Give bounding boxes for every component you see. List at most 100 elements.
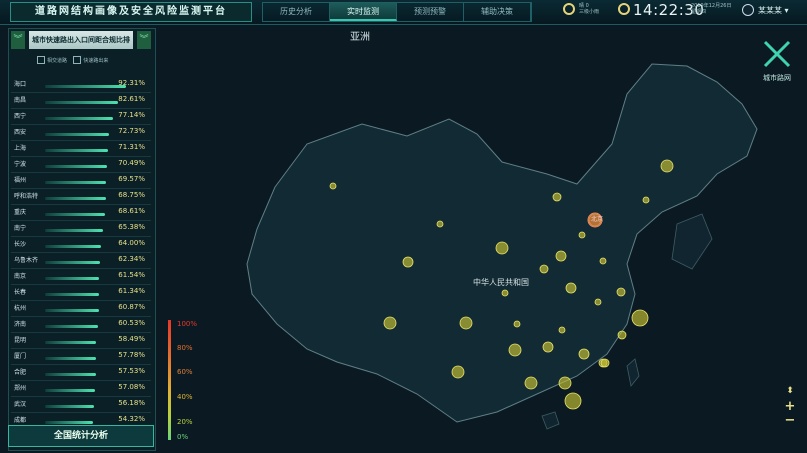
legend-gradient-bar	[168, 320, 171, 440]
ranking-bar	[45, 213, 105, 216]
ranking-city: 西安	[14, 129, 27, 136]
zoom-controls: ⬍ + −	[781, 386, 799, 428]
ranking-city: 南昌	[14, 97, 27, 104]
ranking-list: 海口 92.31% 南昌 82.61% 西宁 77.14% 西安 72.73% 上海 71.31%…	[11, 77, 151, 429]
city-bubble[interactable]	[594, 298, 602, 306]
city-bubble[interactable]	[495, 241, 509, 255]
city-network-logo[interactable]: 城市路网	[757, 36, 797, 86]
ranking-bar	[45, 245, 101, 248]
zoom-in-button[interactable]: +	[781, 400, 799, 414]
ranking-percent: 82.61%	[118, 95, 145, 103]
ranking-row[interactable]: 西宁 77.14%	[11, 109, 151, 125]
ranking-percent: 62.34%	[118, 255, 145, 263]
city-bubble[interactable]	[451, 365, 465, 379]
city-bubble[interactable]	[578, 231, 586, 239]
ranking-row[interactable]: 南京 61.54%	[11, 269, 151, 285]
city-bubble[interactable]	[565, 282, 577, 294]
legend-60: 60%	[177, 368, 193, 376]
ranking-row[interactable]: 上海 71.31%	[11, 141, 151, 157]
city-bubble[interactable]	[631, 309, 649, 327]
user-menu[interactable]: 某某某 ▾	[742, 3, 802, 19]
city-bubble[interactable]	[578, 348, 590, 360]
checkbox-intersect[interactable]: 相交道路	[37, 56, 68, 64]
ranking-city: 杭州	[14, 305, 27, 312]
zoom-out-button[interactable]: −	[781, 414, 799, 428]
city-bubble[interactable]	[642, 196, 650, 204]
legend: 100% 80% 60% 40% 20% 0%	[168, 320, 208, 441]
city-bubble[interactable]	[459, 316, 473, 330]
region-label: 亚洲	[350, 32, 370, 43]
china-map[interactable]	[157, 24, 807, 453]
ranking-row[interactable]: 长春 61.34%	[11, 285, 151, 301]
ranking-row[interactable]: 福州 69.57%	[11, 173, 151, 189]
chevron-down-icon: ▾	[784, 6, 789, 15]
ranking-row[interactable]: 合肥 57.53%	[11, 365, 151, 381]
chevron-right-icon[interactable]: ︾	[137, 31, 151, 49]
ranking-row[interactable]: 宁波 70.49%	[11, 157, 151, 173]
ranking-row[interactable]: 重庆 68.61%	[11, 205, 151, 221]
city-bubble[interactable]	[501, 289, 509, 297]
ranking-row[interactable]: 济南 60.53%	[11, 317, 151, 333]
city-bubble[interactable]	[558, 326, 566, 334]
ranking-bar	[45, 165, 107, 168]
city-bubble[interactable]	[600, 358, 610, 368]
ranking-row[interactable]: 海口 92.31%	[11, 77, 151, 93]
ranking-bar	[45, 117, 113, 120]
tab-forecast[interactable]: 预测预警	[397, 3, 464, 21]
ranking-row[interactable]: 郑州 57.08%	[11, 381, 151, 397]
city-bubble[interactable]	[660, 159, 674, 173]
ranking-row[interactable]: 乌鲁木齐 62.34%	[11, 253, 151, 269]
tab-history[interactable]: 历史分析	[263, 3, 330, 21]
city-bubble[interactable]	[617, 330, 627, 340]
ranking-bar	[45, 85, 126, 88]
checkbox-intersect-label: 相交道路	[47, 57, 68, 64]
ranking-row[interactable]: 杭州 60.87%	[11, 301, 151, 317]
ranking-bar	[45, 389, 95, 392]
ranking-bar	[45, 149, 108, 152]
ranking-row[interactable]: 西安 72.73%	[11, 125, 151, 141]
ranking-city: 重庆	[14, 209, 27, 216]
city-bubble[interactable]	[383, 316, 397, 330]
city-bubble[interactable]	[564, 392, 582, 410]
city-bubble[interactable]	[436, 220, 444, 228]
ranking-bar	[45, 421, 93, 424]
ranking-row[interactable]: 南昌 82.61%	[11, 93, 151, 109]
ranking-row[interactable]: 武汉 56.18%	[11, 397, 151, 413]
city-bubble[interactable]	[513, 320, 521, 328]
ranking-row[interactable]: 厦门 57.78%	[11, 349, 151, 365]
ranking-row[interactable]: 呼和浩特 68.75%	[11, 189, 151, 205]
chevron-left-icon[interactable]: ︾	[11, 31, 25, 49]
ranking-row[interactable]: 昆明 58.49%	[11, 333, 151, 349]
main-tabs: 历史分析 实时监测 预测预警 辅助决策	[262, 2, 532, 22]
national-stats-button[interactable]: 全国统计分析	[8, 425, 154, 447]
city-bubble[interactable]	[329, 182, 337, 190]
ranking-city: 郑州	[14, 385, 27, 392]
tab-realtime[interactable]: 实时监测	[330, 3, 397, 21]
ranking-percent: 61.34%	[118, 287, 145, 295]
ranking-percent: 92.31%	[118, 79, 145, 87]
ranking-header: ︾ 城市快速路出入口间距合规比排名 ︾	[11, 31, 151, 62]
city-bubble[interactable]	[599, 257, 607, 265]
ranking-bar	[45, 229, 103, 232]
ranking-percent: 56.18%	[118, 399, 145, 407]
city-bubble[interactable]	[402, 256, 414, 268]
city-bubble[interactable]	[555, 250, 567, 262]
city-bubble[interactable]	[539, 264, 549, 274]
checkbox-expressway[interactable]: 快速路出来	[73, 56, 108, 64]
ranking-row[interactable]: 南宁 65.38%	[11, 221, 151, 237]
city-bubble[interactable]	[508, 343, 522, 357]
ranking-percent: 64.00%	[118, 239, 145, 247]
checkbox-icon	[73, 56, 82, 64]
tab-decision[interactable]: 辅助决策	[464, 3, 531, 21]
city-bubble[interactable]	[616, 287, 626, 297]
ranking-title-button[interactable]: 城市快速路出入口间距合规比排名	[29, 31, 133, 62]
city-bubble[interactable]	[552, 192, 562, 202]
city-bubble[interactable]	[558, 376, 572, 390]
city-bubble[interactable]	[524, 376, 538, 390]
city-bubble[interactable]	[542, 341, 554, 353]
clock-icon	[618, 3, 630, 15]
ranking-row[interactable]: 长沙 64.00%	[11, 237, 151, 253]
weather-text: 晴 0 三级小雨	[579, 3, 599, 15]
compass-icon[interactable]: ⬍	[781, 386, 799, 400]
user-name-text: 某某某	[758, 6, 782, 15]
